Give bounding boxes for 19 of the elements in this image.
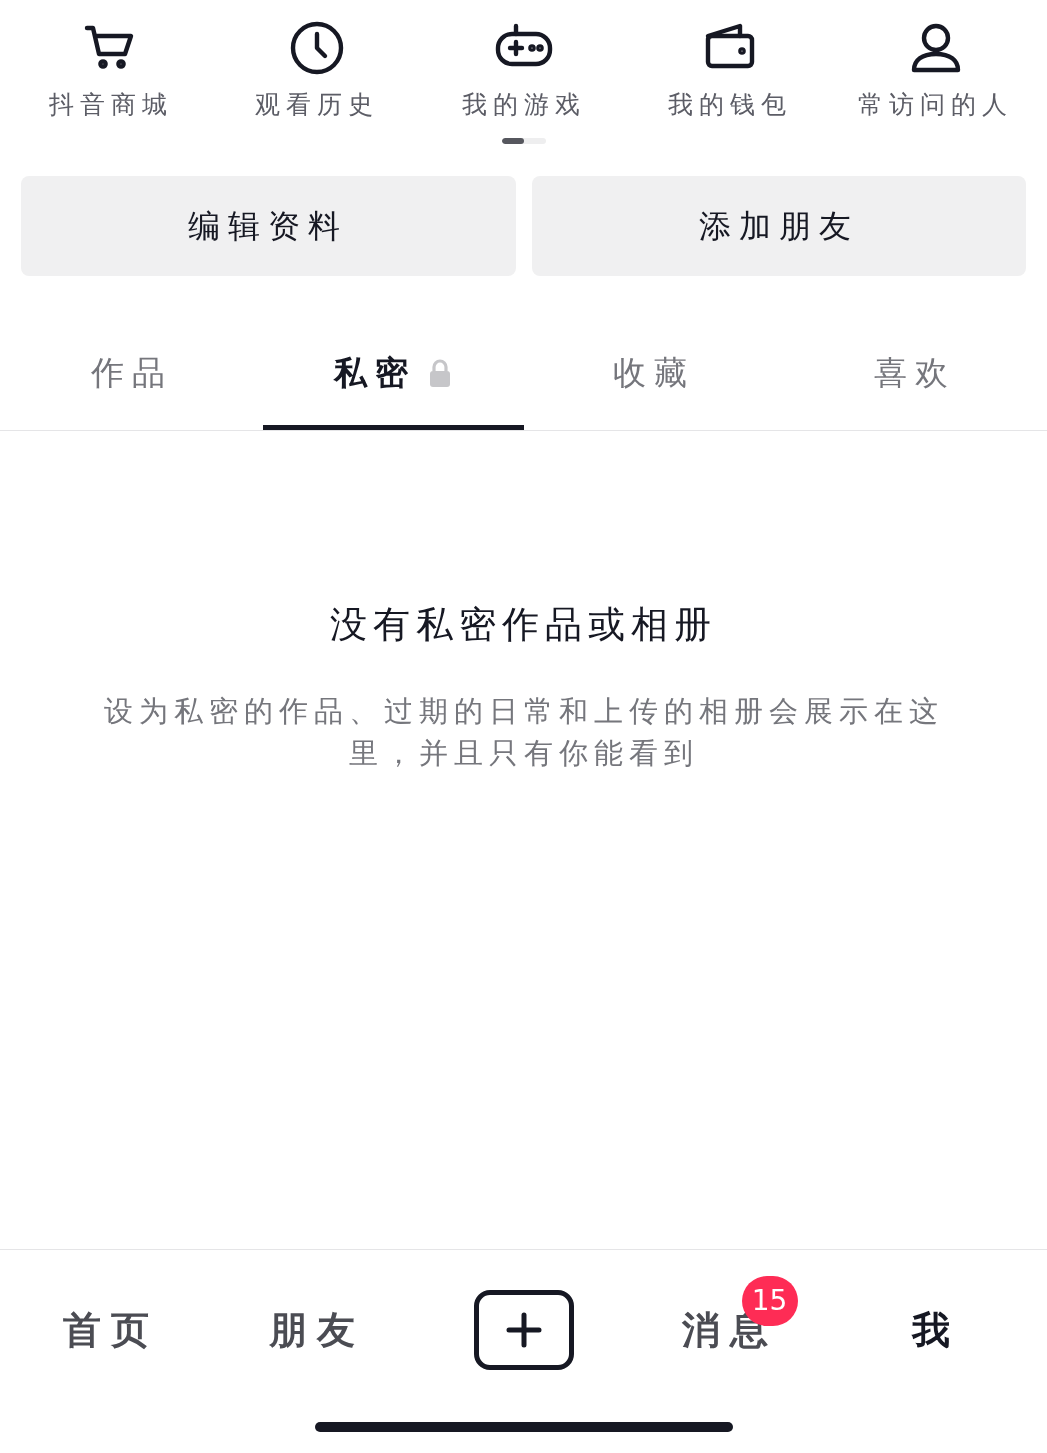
nav-tab[interactable]: 朋友 — [269, 1301, 366, 1359]
action-button[interactable]: 添加朋友 — [531, 175, 1026, 276]
nav-tab[interactable]: 首页 — [63, 1301, 160, 1359]
nav-tab[interactable]: 我 — [911, 1301, 960, 1359]
empty-description: 设为私密的作品、过期的日常和上传的相册会展示在这里，并且只有你能看到 — [102, 693, 945, 772]
page-indicator — [501, 137, 546, 144]
tab[interactable]: 作品 — [2, 321, 263, 430]
shortcut-label[interactable]: 我的钱包 — [667, 86, 792, 124]
tab[interactable]: 私密 — [262, 321, 524, 430]
empty-title: 没有私密作品或相册 — [330, 601, 717, 648]
shortcut-label[interactable]: 我的游戏 — [461, 86, 586, 124]
create-button[interactable] — [473, 1290, 574, 1370]
tab[interactable]: 收藏 — [523, 321, 785, 430]
plus-icon — [505, 1312, 542, 1348]
shortcut-label[interactable]: 观看历史 — [255, 86, 380, 124]
shortcut-label[interactable]: 常访问的人 — [858, 86, 1014, 124]
tab[interactable]: 喜欢 — [784, 321, 1045, 430]
action-button[interactable]: 编辑资料 — [21, 175, 516, 276]
shortcut-label[interactable]: 抖音商城 — [49, 86, 174, 124]
